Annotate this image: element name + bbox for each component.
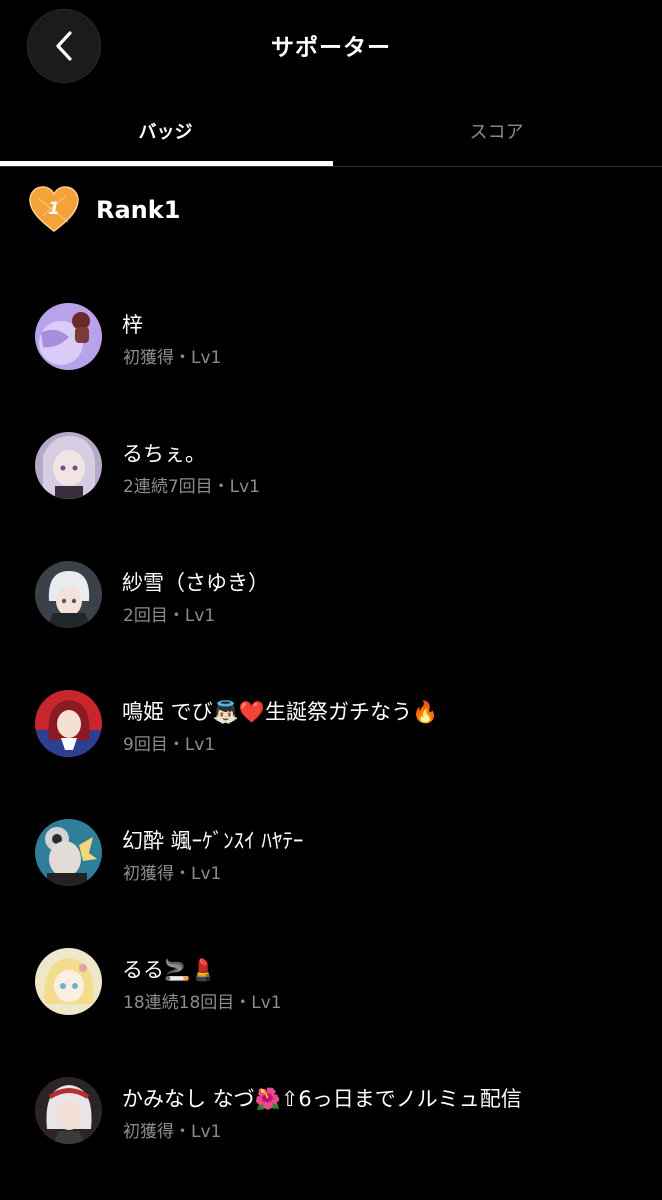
tab-badge[interactable]: バッジ	[0, 100, 331, 166]
supporter-detail: 2回目・Lv1	[123, 606, 216, 626]
heart-badge-icon: 1	[29, 186, 79, 232]
supporter-name: るる🚬💄	[122, 958, 217, 982]
supporter-row[interactable]: るる🚬💄 18連続18回目・Lv1	[0, 916, 662, 1045]
avatar	[35, 948, 102, 1015]
avatar	[35, 303, 102, 370]
supporter-detail: 初獲得・Lv1	[123, 864, 222, 884]
supporter-name: 幻酔 颯ｰｹﾞﾝｽｲ ﾊﾔﾃｰ	[122, 829, 304, 853]
supporter-row[interactable]: 紗雪（さゆき） 2回目・Lv1	[0, 529, 662, 658]
tab-divider	[0, 166, 662, 167]
supporter-detail: 初獲得・Lv1	[123, 1122, 222, 1142]
avatar	[35, 432, 102, 499]
supporter-detail: 2連続7回目・Lv1	[123, 477, 260, 497]
supporter-row[interactable]: 幻酔 颯ｰｹﾞﾝｽｲ ﾊﾔﾃｰ 初獲得・Lv1	[0, 787, 662, 916]
app-header: サポーター	[0, 0, 662, 95]
rank-label: Rank1	[96, 196, 181, 224]
supporter-row[interactable]: かみなし なづ🌺⇧6っ日までノルミュ配信 初獲得・Lv1	[0, 1045, 662, 1174]
avatar	[35, 690, 102, 757]
tab-active-indicator	[0, 161, 333, 166]
supporter-row[interactable]: 梓 初獲得・Lv1	[0, 271, 662, 400]
supporter-name: るちぇ。	[122, 442, 206, 466]
supporter-row[interactable]: 鳴姫 でび👼🏻❤️生誕祭ガチなう🔥 9回目・Lv1	[0, 658, 662, 787]
tab-bar: バッジ スコア	[0, 100, 662, 168]
supporter-name: 鳴姫 でび👼🏻❤️生誕祭ガチなう🔥	[122, 700, 439, 724]
avatar	[35, 561, 102, 628]
avatar	[35, 1077, 102, 1144]
supporter-row[interactable]: るちぇ。 2連続7回目・Lv1	[0, 400, 662, 529]
rank-header: 1 Rank1	[28, 184, 180, 236]
supporter-detail: 初獲得・Lv1	[123, 348, 222, 368]
supporter-name: かみなし なづ🌺⇧6っ日までノルミュ配信	[122, 1087, 522, 1111]
page-title: サポーター	[271, 35, 391, 61]
supporter-detail: 9回目・Lv1	[123, 735, 216, 755]
supporter-detail: 18連続18回目・Lv1	[123, 993, 282, 1013]
rank-badge-number: 1	[48, 199, 60, 219]
supporter-list: 梓 初獲得・Lv1 るちぇ。 2連続7回目・Lv1 紗雪（さゆき） 2回目・Lv…	[0, 271, 662, 1174]
avatar	[35, 819, 102, 886]
tab-score[interactable]: スコア	[331, 100, 662, 166]
supporter-name: 梓	[122, 313, 143, 337]
supporter-name: 紗雪（さゆき）	[122, 571, 269, 595]
